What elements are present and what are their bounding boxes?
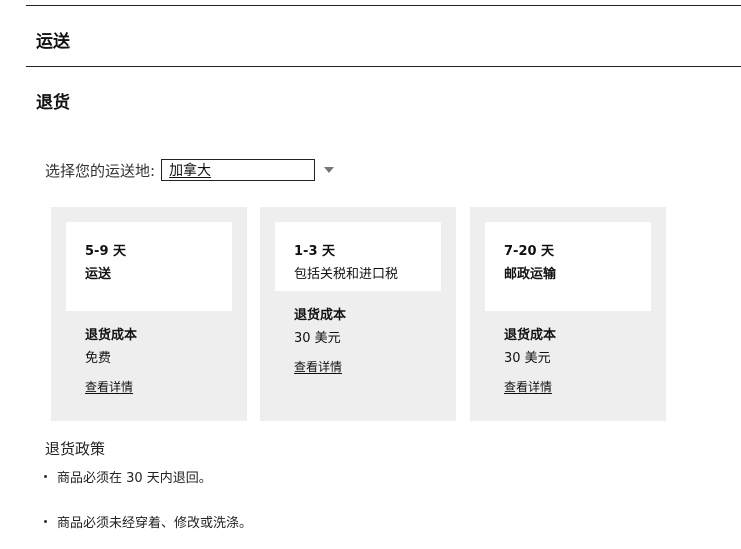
return-cost-value: 免费 bbox=[85, 351, 112, 366]
return-cost-label: 退货成本 bbox=[504, 328, 557, 343]
shipping-option-card-express[interactable]: 1-3 天 包括关税和进口税 退货成本 30 美元 查看详情 bbox=[260, 207, 456, 421]
delivery-days: 1-3 天 bbox=[294, 244, 336, 259]
destination-selected-value: 加拿大 bbox=[169, 163, 212, 179]
return-cost-label: 退货成本 bbox=[294, 308, 347, 323]
card-summary: 7-20 天 邮政运输 bbox=[485, 222, 651, 311]
shipping-returns-panel: 运送 退货 选择您的运送地: 加拿大 5-9 天 运送 退货成本 免费 查看详情… bbox=[0, 0, 741, 549]
delivery-days: 7-20 天 bbox=[504, 244, 555, 259]
view-details-link[interactable]: 查看详情 bbox=[294, 358, 342, 375]
return-policy-title: 退货政策 bbox=[45, 440, 106, 458]
card-summary: 1-3 天 包括关税和进口税 bbox=[275, 222, 441, 291]
returns-section-heading[interactable]: 退货 bbox=[36, 88, 70, 113]
shipping-section-heading[interactable]: 运送 bbox=[36, 27, 70, 52]
bullet-icon bbox=[44, 475, 47, 478]
policy-list-item: 商品必须在 30 天内退回。 bbox=[44, 467, 212, 486]
return-cost-label: 退货成本 bbox=[85, 328, 138, 343]
divider-middle bbox=[26, 66, 741, 67]
return-cost-value: 30 美元 bbox=[294, 331, 341, 346]
card-summary: 5-9 天 运送 bbox=[66, 222, 232, 311]
return-cost-value: 30 美元 bbox=[504, 351, 551, 366]
caret-down-icon[interactable] bbox=[324, 167, 335, 173]
bullet-icon bbox=[44, 520, 47, 523]
destination-select[interactable]: 加拿大 bbox=[161, 159, 316, 181]
destination-label: 选择您的运送地: bbox=[45, 161, 156, 180]
divider-top bbox=[26, 5, 741, 6]
view-details-link[interactable]: 查看详情 bbox=[85, 378, 133, 395]
policy-list-item: 商品必须未经穿着、修改或洗涤。 bbox=[44, 512, 252, 531]
shipping-method: 运送 bbox=[85, 267, 112, 282]
shipping-option-card-standard[interactable]: 5-9 天 运送 退货成本 免费 查看详情 bbox=[51, 207, 247, 421]
delivery-days: 5-9 天 bbox=[85, 244, 127, 259]
policy-item-text: 商品必须未经穿着、修改或洗涤。 bbox=[57, 516, 253, 531]
destination-row: 选择您的运送地: 加拿大 bbox=[45, 159, 335, 181]
policy-item-text: 商品必须在 30 天内退回。 bbox=[57, 471, 212, 486]
shipping-method: 邮政运输 bbox=[504, 267, 557, 282]
shipping-method: 包括关税和进口税 bbox=[294, 267, 399, 282]
shipping-option-card-postal[interactable]: 7-20 天 邮政运输 退货成本 30 美元 查看详情 bbox=[470, 207, 666, 421]
view-details-link[interactable]: 查看详情 bbox=[504, 378, 552, 395]
